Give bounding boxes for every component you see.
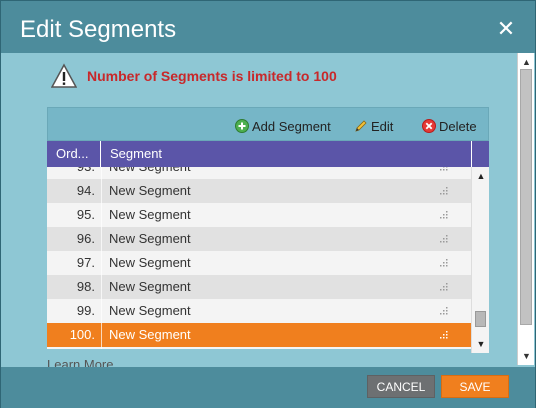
drag-handle-icon[interactable] — [439, 186, 449, 196]
row-order: 94. — [76, 183, 95, 198]
add-segment-button[interactable]: Add Segment — [235, 117, 331, 135]
row-segment: New Segment — [109, 231, 191, 246]
warning-triangle-icon — [51, 63, 77, 88]
delete-button[interactable]: Delete — [422, 117, 477, 135]
column-header-segment[interactable]: Segment — [102, 141, 162, 167]
table-row-selected[interactable]: 100. New Segment — [47, 323, 471, 347]
save-button[interactable]: SAVE — [441, 375, 509, 398]
table-row[interactable]: 95. New Segment — [47, 203, 471, 227]
drag-handle-icon[interactable] — [439, 210, 449, 220]
edit-segments-dialog: Edit Segments ✕ Number of Segments is li… — [0, 0, 536, 408]
scroll-down-arrow-icon[interactable]: ▼ — [521, 351, 532, 361]
edit-button[interactable]: Edit — [354, 117, 393, 135]
scroll-down-arrow-icon[interactable]: ▼ — [476, 339, 486, 349]
x-circle-icon — [422, 119, 436, 133]
segments-grid: Add Segment Edit Delete Ord... Segment 9… — [47, 107, 489, 353]
drag-handle-icon[interactable] — [439, 306, 449, 316]
dialog-title-bar: Edit Segments ✕ — [1, 1, 535, 61]
close-icon[interactable]: ✕ — [495, 18, 517, 40]
column-header-order[interactable]: Ord... — [47, 141, 101, 167]
cancel-button[interactable]: CANCEL — [367, 375, 435, 398]
row-order: 98. — [76, 279, 95, 294]
scroll-up-arrow-icon[interactable]: ▲ — [521, 57, 532, 67]
limit-warning: Number of Segments is limited to 100 — [51, 63, 337, 89]
column-header-spacer — [471, 141, 489, 167]
pencil-icon — [355, 120, 367, 132]
table-row[interactable]: 97. New Segment — [47, 251, 471, 275]
grid-scroll-thumb[interactable] — [475, 311, 486, 327]
grid-header: Ord... Segment — [47, 141, 489, 167]
row-segment: New Segment — [109, 279, 191, 294]
warning-text: Number of Segments is limited to 100 — [87, 68, 337, 84]
grid-scrollbar[interactable]: ▲ ▼ — [471, 167, 489, 353]
dialog-footer: CANCEL SAVE — [1, 367, 535, 408]
dialog-scroll-thumb[interactable] — [520, 69, 532, 325]
row-segment: New Segment — [109, 303, 191, 318]
table-row[interactable]: 96. New Segment — [47, 227, 471, 251]
column-divider — [101, 167, 102, 349]
table-row[interactable]: 93. New Segment — [47, 167, 471, 179]
row-order: 95. — [76, 207, 95, 222]
table-row[interactable]: 98. New Segment — [47, 275, 471, 299]
scroll-up-arrow-icon[interactable]: ▲ — [476, 171, 486, 181]
add-segment-label: Add Segment — [252, 118, 331, 134]
row-order: 93. — [47, 167, 101, 179]
row-order: 100. — [69, 327, 95, 342]
drag-handle-icon[interactable] — [439, 234, 449, 244]
grid-toolbar: Add Segment Edit Delete — [47, 107, 489, 141]
grid-rows: 93. New Segment 94. New Segment 95. New … — [47, 167, 471, 349]
learn-more-link[interactable]: Learn More — [47, 357, 113, 367]
row-order: 99. — [76, 303, 95, 318]
row-segment: New Segment — [109, 183, 191, 198]
drag-handle-icon[interactable] — [439, 330, 449, 340]
drag-handle-icon[interactable] — [439, 167, 449, 172]
table-row[interactable]: 99. New Segment — [47, 299, 471, 323]
row-segment: New Segment — [109, 167, 191, 179]
dialog-scrollbar[interactable]: ▲ ▼ — [517, 53, 534, 365]
table-row[interactable]: 94. New Segment — [47, 179, 471, 203]
drag-handle-icon[interactable] — [439, 258, 449, 268]
dialog-body: Number of Segments is limited to 100 Add… — [1, 53, 535, 367]
delete-label: Delete — [439, 118, 477, 134]
row-segment: New Segment — [109, 207, 191, 222]
row-order: 96. — [76, 231, 95, 246]
dialog-title: Edit Segments — [20, 16, 177, 43]
edit-label: Edit — [371, 118, 394, 134]
row-order: 97. — [76, 255, 95, 270]
drag-handle-icon[interactable] — [439, 282, 449, 292]
row-segment: New Segment — [109, 327, 191, 342]
row-segment: New Segment — [109, 255, 191, 270]
plus-circle-icon — [235, 119, 249, 133]
